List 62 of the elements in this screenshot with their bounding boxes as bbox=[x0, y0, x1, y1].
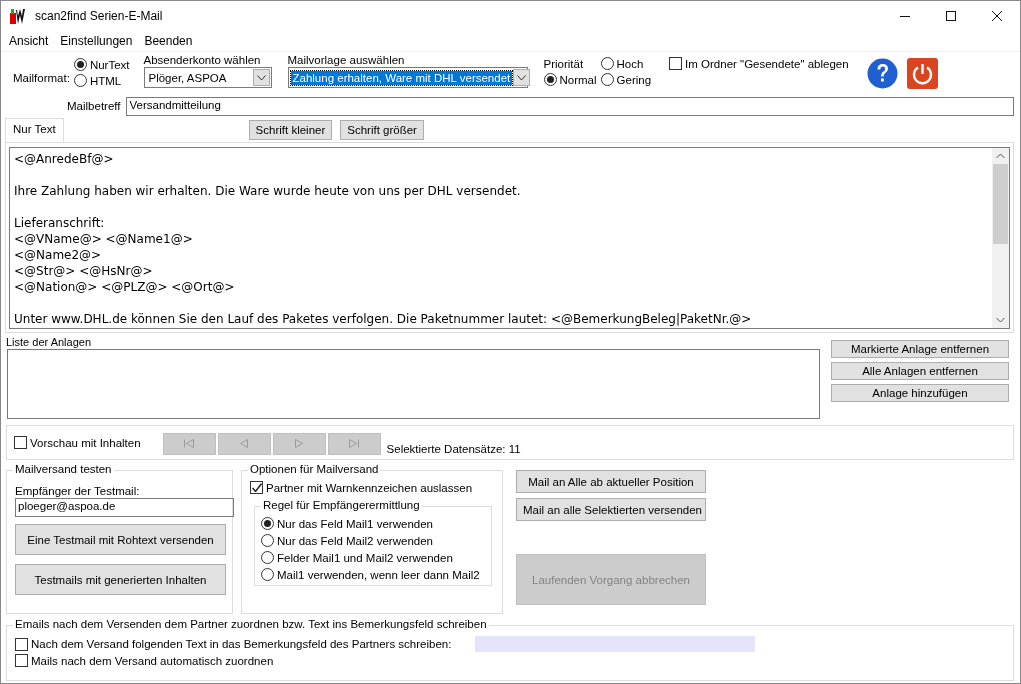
previous-record-icon bbox=[240, 439, 249, 448]
test-group-title: Mailversand testen bbox=[13, 463, 114, 475]
assign-group-title: Emails nach dem Versenden dem Partner zuordnen bzw. Text ins Bemerkungsfeld schreiben bbox=[13, 618, 489, 630]
menu-item[interactable]: Einstellungen bbox=[54, 34, 139, 48]
tab[interactable]: Nur Text bbox=[5, 118, 64, 142]
font-larger-button[interactable]: Schrift größer bbox=[340, 120, 424, 140]
priority-radio[interactable]: Normal bbox=[543, 73, 597, 86]
app-logo-icon bbox=[9, 7, 27, 25]
assign-checkbox[interactable]: Mails nach dem Versand automatisch zuordnen bbox=[15, 654, 1005, 667]
template-dropdown[interactable]: Zahlung erhalten, Ware mit DHL versendet bbox=[287, 67, 528, 88]
options-group-title: Optionen für Mailversand bbox=[248, 463, 381, 475]
subject-field[interactable]: Versandmitteilung bbox=[126, 96, 1014, 116]
next-record-icon bbox=[295, 439, 304, 448]
font-smaller-button[interactable]: Schrift kleiner bbox=[248, 120, 333, 140]
save-sent-checkbox[interactable]: Im Ordner "Gesendete" ablegen bbox=[669, 57, 849, 70]
send-button[interactable]: Mail an alle Selektierten versenden bbox=[516, 498, 706, 521]
rule-radio[interactable]: Nur das Feld Mail2 verwenden bbox=[261, 534, 485, 547]
maximize-icon[interactable] bbox=[946, 11, 956, 21]
attachments-list[interactable] bbox=[7, 349, 820, 419]
close-icon[interactable] bbox=[992, 11, 1002, 21]
scroll-down-icon[interactable] bbox=[996, 317, 1005, 323]
attachments-label: Liste der Anlagen bbox=[6, 337, 92, 348]
minimize-icon[interactable] bbox=[900, 15, 910, 17]
test-send-button[interactable]: Eine Testmail mit Rohtext versenden bbox=[15, 524, 226, 555]
first-record-icon bbox=[184, 439, 195, 448]
last-record-icon bbox=[349, 439, 360, 448]
send-button[interactable]: Mail an Alle ab aktueller Position bbox=[516, 470, 706, 493]
rule-group-title: Regel für Empfängerermittlung bbox=[261, 499, 422, 511]
priority-radio[interactable]: Hoch bbox=[600, 57, 652, 70]
attachment-button[interactable]: Markierte Anlage entfernen bbox=[831, 340, 1009, 358]
preview-checkbox[interactable]: Vorschau mit Inhalten bbox=[14, 436, 141, 449]
mailformat-radio[interactable]: HTML bbox=[73, 74, 130, 87]
template-label: Mailvorlage auswählen bbox=[287, 54, 406, 66]
remark-text-field[interactable] bbox=[475, 636, 756, 652]
checkmark-icon bbox=[251, 483, 262, 492]
dropdown-caret-icon bbox=[517, 74, 527, 81]
power-icon[interactable] bbox=[906, 58, 938, 89]
skip-warning-checkbox[interactable]: Partner mit Warnkennzeichen auslassen bbox=[250, 481, 473, 494]
assign-checkbox[interactable]: Nach dem Versand folgenden Text in das Bemerkungsfeld des Partners schreiben: bbox=[15, 637, 452, 651]
rule-radio[interactable]: Felder Mail1 und Mail2 verwenden bbox=[261, 551, 485, 564]
menu-item[interactable]: Ansicht bbox=[3, 34, 55, 48]
scroll-up-icon[interactable] bbox=[996, 153, 1005, 159]
priority-radio[interactable]: Gering bbox=[600, 73, 652, 86]
recipient-label: Empfänger der Testmail: bbox=[15, 485, 141, 497]
test-recipient-field[interactable]: ploeger@aspoa.de bbox=[15, 498, 234, 517]
rule-radio[interactable]: Mail1 verwenden, wenn leer dann Mail2 bbox=[261, 568, 485, 581]
scrollbar-thumb[interactable] bbox=[993, 164, 1008, 244]
attachment-button[interactable]: Alle Anlagen entfernen bbox=[831, 362, 1009, 380]
menu-item[interactable]: Beenden bbox=[138, 34, 199, 48]
sender-dropdown[interactable]: Plöger, ASPOA bbox=[143, 67, 272, 88]
selected-records-count: Selektierte Datensätze: 11 bbox=[386, 442, 521, 455]
rule-radio[interactable]: Nur das Feld Mail1 verwenden bbox=[261, 517, 485, 530]
window-title: scan2find Serien-E-Mail bbox=[35, 9, 163, 23]
priority-label: Priorität bbox=[543, 57, 585, 70]
dropdown-caret-icon bbox=[256, 74, 266, 81]
attachment-button[interactable]: Anlage hinzufügen bbox=[831, 384, 1009, 402]
sender-label: Absenderkonto wählen bbox=[143, 54, 262, 66]
mailformat-radio[interactable]: NurText bbox=[73, 58, 130, 71]
mailformat-label: Mailformat: bbox=[13, 72, 70, 84]
subject-label: Mailbetreff bbox=[67, 100, 121, 112]
help-icon[interactable] bbox=[866, 58, 898, 89]
test-send-button[interactable]: Testmails mit generierten Inhalten bbox=[15, 564, 226, 595]
